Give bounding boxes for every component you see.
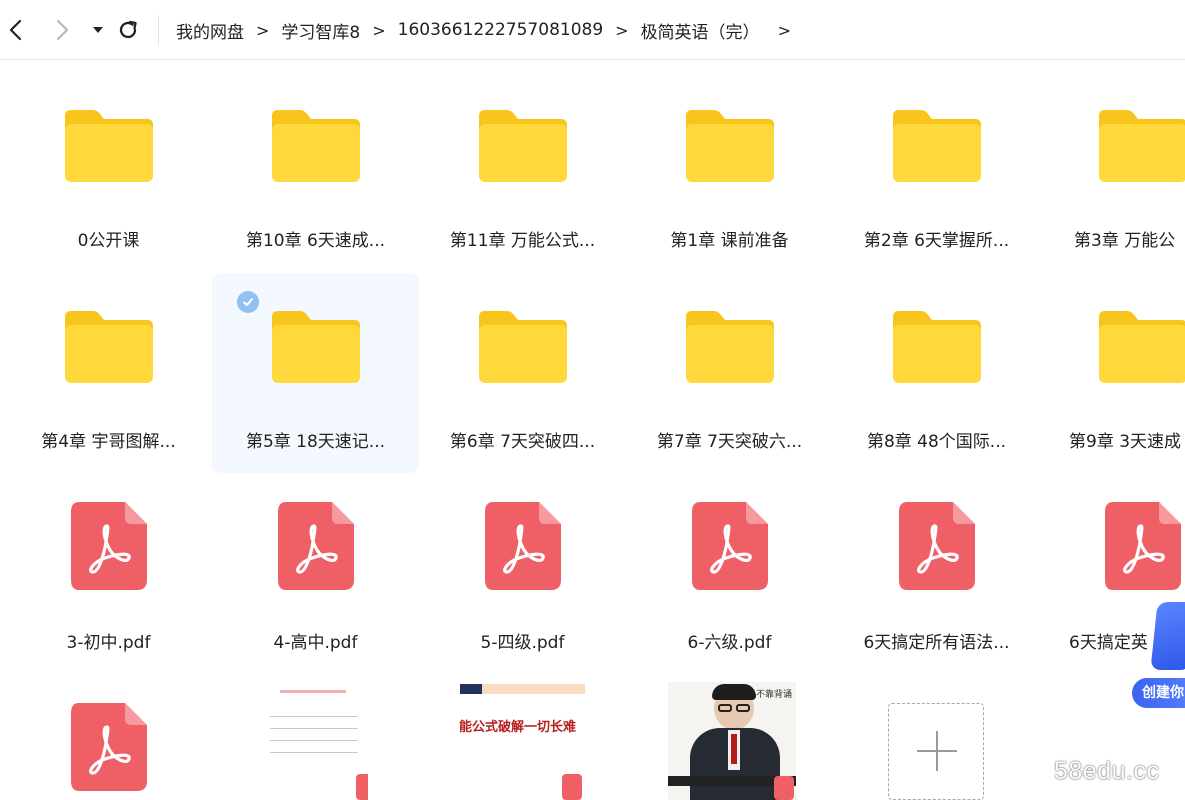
folder-item[interactable]: 第8章 48个国际...	[833, 273, 1040, 473]
file-name: 第3章 万能公	[1074, 231, 1176, 251]
pdf-file-item[interactable]: 4-高中.pdf	[212, 474, 419, 674]
breadcrumb-expand-chevron[interactable]: >	[778, 21, 791, 40]
folder-item[interactable]: 0公开课	[5, 72, 212, 272]
file-name: 第9章 3天速成	[1069, 432, 1182, 452]
file-name: 4-高中.pdf	[273, 633, 358, 653]
watermark: 58edu.cc	[1054, 757, 1160, 785]
forward-button[interactable]	[48, 16, 76, 44]
breadcrumb-separator: >	[615, 20, 629, 40]
chevron-left-icon	[9, 19, 22, 41]
file-name: 第2章 6天掌握所...	[863, 231, 1010, 251]
pdf-icon	[277, 502, 354, 590]
folder-item[interactable]: 第7章 7天突破六...	[626, 273, 833, 473]
folder-item[interactable]: 第4章 宇哥图解...	[5, 273, 212, 473]
file-name: 5-四级.pdf	[480, 633, 565, 653]
promo-device-icon	[1150, 602, 1185, 670]
pdf-file-item[interactable]	[5, 675, 212, 800]
document-thumbnail[interactable]: 不靠背诵	[668, 682, 796, 800]
file-name: 3-初中.pdf	[66, 633, 151, 653]
pdf-icon	[484, 502, 561, 590]
selected-check-icon[interactable]	[237, 291, 259, 313]
folder-icon	[478, 311, 567, 383]
folder-icon	[64, 311, 153, 383]
thumbnail-title: 能公式破解一切长难	[458, 720, 576, 735]
pdf-icon	[70, 703, 147, 791]
pdf-file-item[interactable]: 6-六级.pdf	[626, 474, 833, 674]
file-name: 第5章 18天速记...	[245, 432, 386, 452]
file-name: 第6章 7天突破四...	[449, 432, 596, 452]
pdf-icon	[898, 502, 975, 590]
file-name: 第11章 万能公式...	[449, 231, 596, 251]
breadcrumb: 我的网盘 > 学习智库8 > 1603661222757081089 > 极简英…	[176, 16, 803, 44]
folder-icon	[478, 110, 567, 182]
folder-icon	[271, 110, 360, 182]
chevron-right-icon	[56, 19, 69, 41]
folder-icon	[685, 311, 774, 383]
folder-icon	[892, 110, 981, 182]
folder-icon	[892, 311, 981, 383]
breadcrumb-item-my-drive[interactable]: 我的网盘	[176, 18, 244, 43]
pdf-file-item[interactable]: 5-四级.pdf	[419, 474, 626, 674]
folder-item[interactable]: 第9章 3天速成	[1040, 273, 1185, 473]
pdf-file-item[interactable]: 6天搞定所有语法...	[833, 474, 1040, 674]
file-name: 第4章 宇哥图解...	[41, 432, 176, 452]
pdf-icon	[691, 502, 768, 590]
breadcrumb-item-id-folder[interactable]: 1603661222757081089	[398, 20, 604, 40]
promo-create-button[interactable]: 创建你	[1132, 678, 1185, 708]
file-name: 第1章 课前准备	[670, 231, 789, 251]
pdf-icon	[1105, 502, 1181, 590]
pdf-icon	[70, 502, 147, 590]
file-name: 第7章 7天突破六...	[656, 432, 803, 452]
file-grid: 0公开课 第10章 6天速成... 第11章 万能公式... 第1章 课前准备 …	[0, 60, 1185, 800]
toolbar-divider	[158, 15, 159, 45]
history-dropdown-button[interactable]	[84, 16, 112, 44]
file-name: 第10章 6天速成...	[245, 231, 386, 251]
folder-item[interactable]: 第10章 6天速成...	[212, 72, 419, 272]
folder-item-selected[interactable]: 第5章 18天速记...	[212, 273, 419, 473]
promo-widget[interactable]: 创建你	[1130, 598, 1185, 710]
breadcrumb-separator: >	[256, 20, 270, 40]
folder-icon	[1099, 110, 1185, 182]
navigation-toolbar: 我的网盘 > 学习智库8 > 1603661222757081089 > 极简英…	[0, 0, 1185, 60]
file-name: 6-六级.pdf	[687, 633, 772, 653]
thumbnail-caption: 不靠背诵	[756, 690, 793, 700]
folder-item[interactable]: 第6章 7天突破四...	[419, 273, 626, 473]
refresh-button[interactable]	[114, 16, 142, 44]
document-thumbnail[interactable]	[258, 682, 368, 800]
breadcrumb-item-current-folder[interactable]: 极简英语（完）	[641, 18, 760, 43]
folder-icon	[271, 311, 360, 383]
file-name: 6天搞定所有语法...	[863, 633, 1010, 653]
folder-icon	[1099, 311, 1185, 383]
pdf-file-item[interactable]: 3-初中.pdf	[5, 474, 212, 674]
caret-down-icon	[93, 27, 103, 33]
refresh-icon	[119, 20, 137, 39]
folder-icon	[685, 110, 774, 182]
file-name: 0公开课	[77, 231, 140, 251]
folder-icon	[64, 110, 153, 182]
file-name: 第8章 48个国际...	[866, 432, 1007, 452]
folder-item[interactable]: 第11章 万能公式...	[419, 72, 626, 272]
breadcrumb-item-library[interactable]: 学习智库8	[281, 18, 360, 43]
back-button[interactable]	[2, 16, 30, 44]
folder-item[interactable]: 第2章 6天掌握所...	[833, 72, 1040, 272]
breadcrumb-separator: >	[372, 20, 386, 40]
folder-item[interactable]: 第3章 万能公	[1040, 72, 1185, 272]
add-file-tile[interactable]	[888, 703, 984, 800]
folder-item[interactable]: 第1章 课前准备	[626, 72, 833, 272]
document-thumbnail[interactable]: 能公式破解一切长难	[450, 682, 585, 800]
